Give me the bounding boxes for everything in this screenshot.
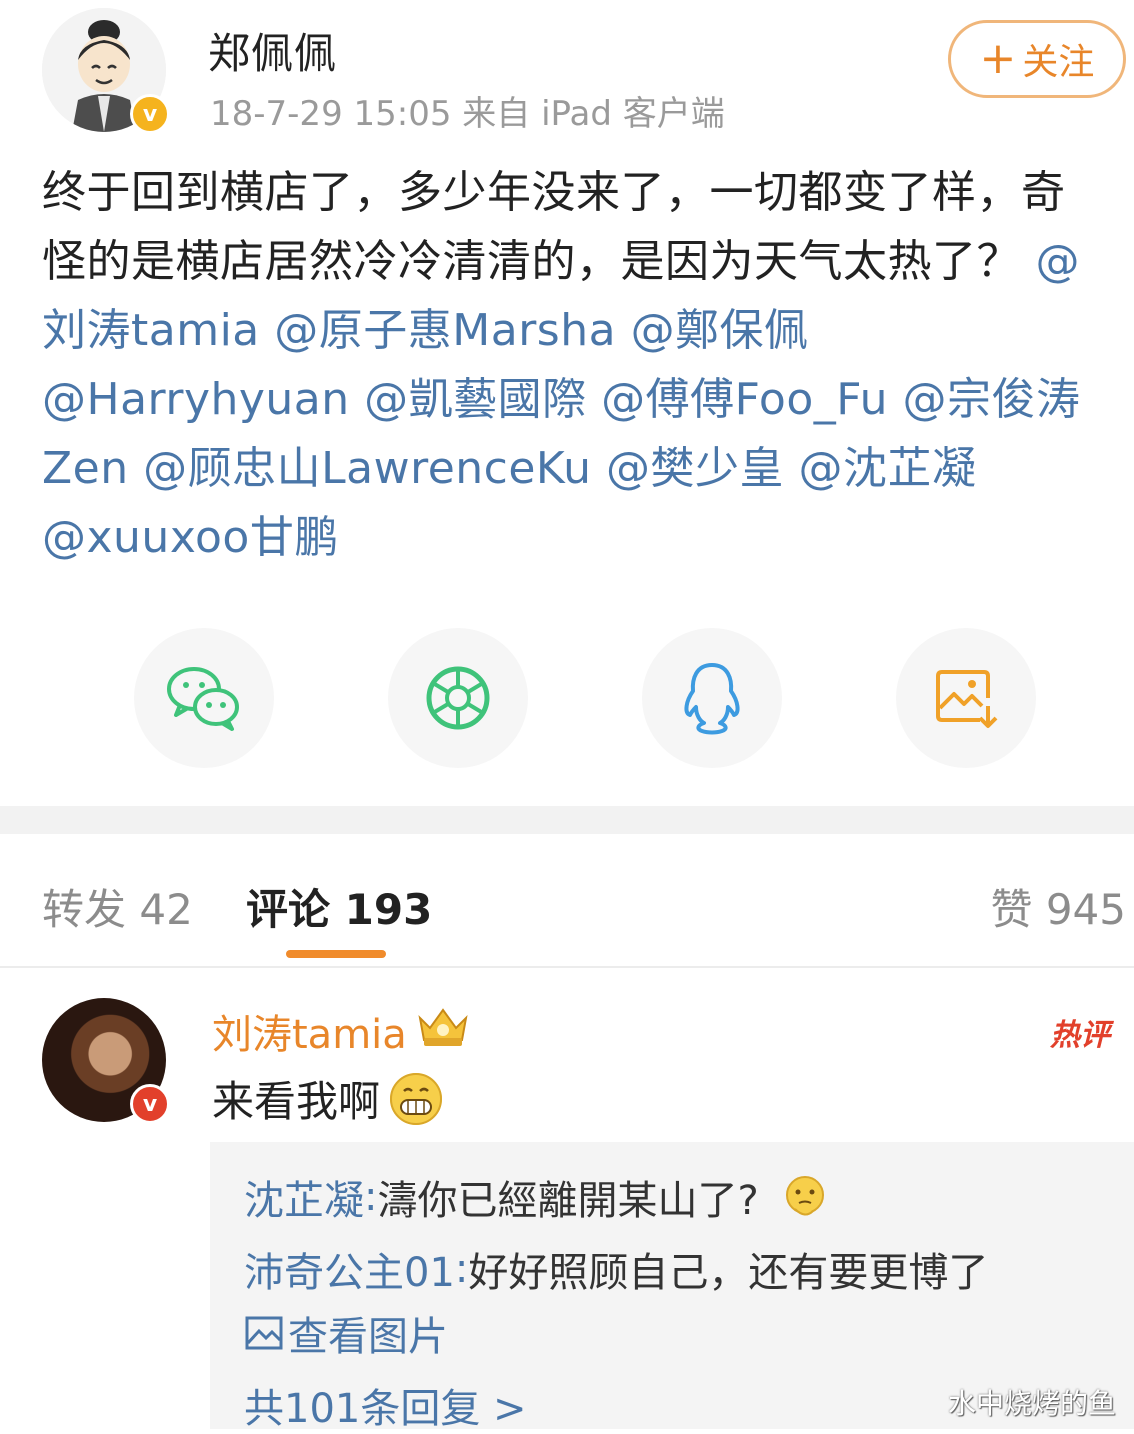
post-author-avatar[interactable]: v [42,8,170,134]
tab-reposts[interactable]: 转发 42 [42,876,193,937]
follow-button[interactable]: + 关注 [948,20,1126,98]
plus-icon: + [979,33,1017,84]
wechat-icon [167,667,239,731]
share-wechat-button[interactable] [134,628,274,768]
commenter-name[interactable]: 刘涛tamia [212,1002,407,1060]
reply-separator: : [454,1246,469,1292]
grin-emoji-icon [390,1072,443,1125]
watermark: 水中烧烤的鱼 [948,1387,1117,1420]
reply-item[interactable]: 沈芷凝 : 濤你已經離開某山了? [244,1168,827,1226]
save-image-icon [936,670,998,728]
view-image-link[interactable]: 查看图片 [244,1304,448,1362]
more-replies-link[interactable]: 共101条回复 > [244,1376,527,1434]
commenter-avatar[interactable]: v [42,998,170,1124]
post-body: 终于回到横店了，多少年没来了，一切都变了样，奇怪的是横店居然冷冷清清的，是因为天… [42,158,1102,572]
reply-separator: : [364,1174,378,1220]
mention-link[interactable]: @原子惠Marsha [274,305,616,356]
post-text: 终于回到横店了，多少年没来了，一切都变了样，奇怪的是横店居然冷冷清清的，是因为天… [42,167,1066,287]
mention-link[interactable]: @沈芷凝 [798,443,976,494]
reply-item[interactable]: 沛奇公主01 : 好好照顾自己，还有要更博了 [244,1240,988,1298]
share-qq-button[interactable] [642,628,782,768]
comment-body: 来看我啊 [212,1077,381,1126]
tab-comments[interactable]: 评论 193 [246,876,432,937]
reply-text: 好好照顾自己，还有要更博了 [468,1250,989,1296]
post-timestamp-source: 18-7-29 15:05 来自 iPad 客户端 [210,94,725,134]
mention-link[interactable]: @顾忠山LawrenceKu [143,443,591,494]
crown-member-icon [418,1008,468,1046]
tabs-divider [0,966,1134,968]
follow-label: 关注 [1022,42,1095,83]
verified-badge-icon: v [130,1084,170,1124]
mention-link[interactable]: @樊少皇 [606,443,784,494]
active-tab-indicator [286,950,386,958]
comment-text: 来看我啊 [212,1068,443,1129]
share-moments-button[interactable] [388,628,528,768]
thinking-emoji-icon [785,1176,824,1216]
view-image-label: 查看图片 [288,1314,448,1360]
qq-icon [684,663,740,735]
mention-link[interactable]: @xuuxoo甘鹏 [42,512,339,563]
reply-author[interactable]: 沈芷凝 [244,1168,364,1226]
reply-author[interactable]: 沛奇公主01 [244,1240,455,1298]
section-divider [0,806,1134,834]
reply-text: 濤你已經離開某山了? [377,1178,759,1224]
mention-link[interactable]: @Harryhyuan [42,374,350,425]
save-image-button[interactable] [896,628,1036,768]
verified-badge-icon: v [130,94,170,134]
mention-link[interactable]: @鄭保佩 [631,305,809,356]
moments-icon [426,666,490,730]
post-author-name[interactable]: 郑佩佩 [208,20,337,81]
image-icon [245,1316,283,1350]
hot-comment-badge: 热评 [1050,1018,1110,1053]
mention-link[interactable]: @凱藝國際 [364,374,587,425]
mention-link[interactable]: @傅傅Foo_Fu [601,374,888,425]
tab-likes[interactable]: 赞 945 [990,876,1126,937]
